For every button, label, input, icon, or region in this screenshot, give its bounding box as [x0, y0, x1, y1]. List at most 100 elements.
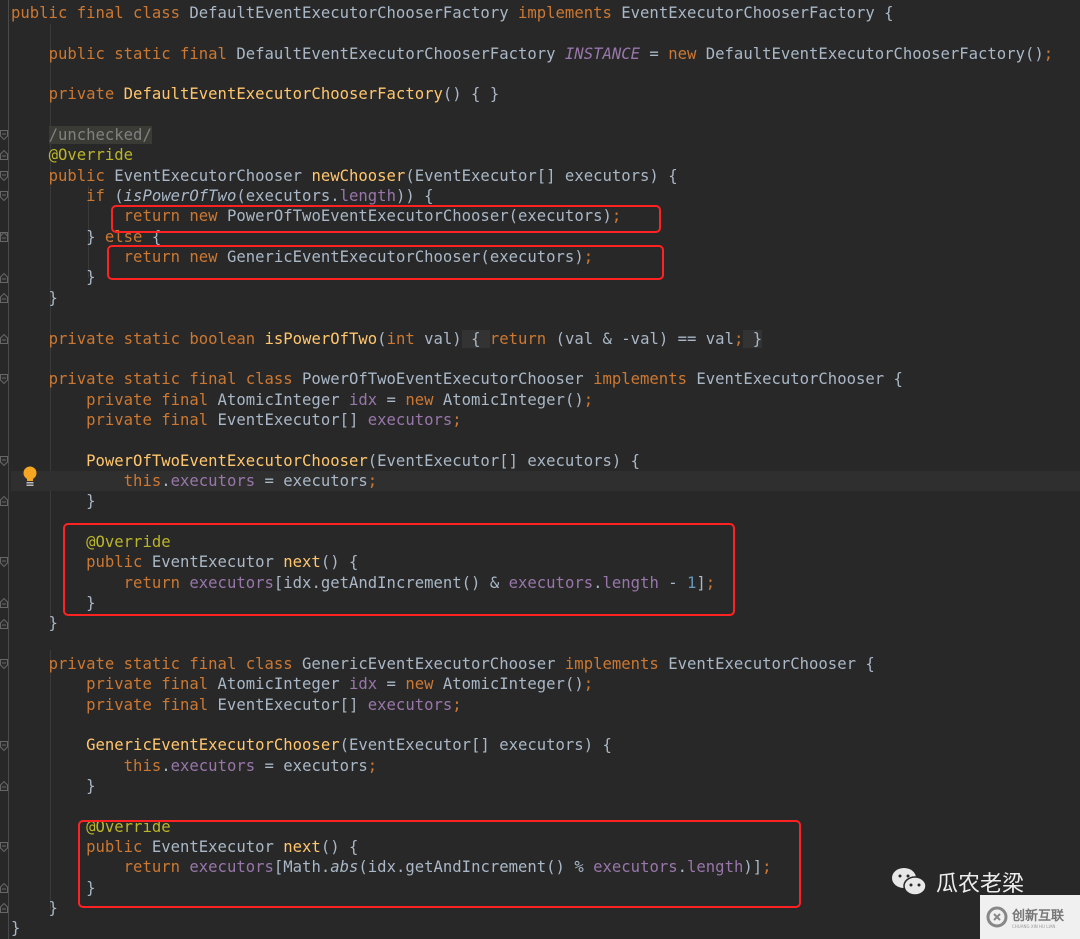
code-line[interactable] [11, 512, 1080, 532]
wechat-watermark: 瓜农老梁 [890, 866, 1024, 898]
fold-collapse-icon[interactable] [0, 130, 8, 141]
code-token: new [405, 390, 443, 409]
code-line[interactable]: } [11, 593, 1080, 613]
code-line[interactable]: private static final class GenericEventE… [11, 654, 1080, 674]
code-line[interactable]: } [11, 776, 1080, 796]
fold-end-icon[interactable] [0, 272, 8, 283]
fold-end-icon[interactable] [0, 883, 8, 894]
code-line[interactable]: private final EventExecutor[] executors; [11, 695, 1080, 715]
code-token: idx [348, 390, 378, 409]
fold-end-icon[interactable] [0, 903, 8, 914]
fold-collapse-icon[interactable] [0, 557, 8, 568]
fold-collapse-icon[interactable] [0, 455, 8, 466]
fold-collapse-icon[interactable] [0, 191, 8, 202]
code-line[interactable]: @Override [11, 532, 1080, 552]
fold-gutter [0, 0, 9, 939]
fold-collapse-icon[interactable] [0, 842, 8, 853]
fold-end-icon[interactable] [0, 496, 8, 507]
code-line[interactable] [11, 634, 1080, 654]
code-line[interactable]: } [11, 491, 1080, 511]
code-line[interactable]: } [11, 267, 1080, 287]
code-line[interactable]: public EventExecutorChooser newChooser(E… [11, 166, 1080, 186]
code-token: (EventExecutor[] executors) { [339, 736, 612, 755]
code-line[interactable]: return executors[idx.getAndIncrement() &… [11, 573, 1080, 593]
code-line[interactable]: private final AtomicInteger idx = new At… [11, 674, 1080, 694]
code-token: EventExecutor [151, 838, 284, 857]
code-line[interactable] [11, 308, 1080, 328]
code-token: ; [367, 756, 378, 775]
code-line[interactable]: this.executors = executors; [11, 470, 1080, 492]
code-line[interactable]: this.executors = executors; [11, 756, 1080, 776]
code-line[interactable]: } [11, 613, 1080, 633]
code-token: PowerOfTwoEventExecutorChooser [86, 451, 368, 470]
code-token: = [377, 390, 406, 409]
code-line[interactable] [11, 105, 1080, 125]
code-token: val) [424, 329, 462, 348]
fold-end-icon[interactable] [0, 150, 8, 161]
code-line[interactable]: } else { [11, 227, 1080, 247]
code-line[interactable] [11, 349, 1080, 369]
code-line[interactable]: } [11, 288, 1080, 308]
code-token: executors [508, 573, 594, 592]
code-token: return new [123, 207, 227, 226]
fold-end-icon[interactable] [0, 781, 8, 792]
fold-end-icon[interactable] [0, 598, 8, 609]
code-line[interactable]: } [11, 898, 1080, 918]
code-line[interactable]: private DefaultEventExecutorChooserFacto… [11, 84, 1080, 104]
code-token: PowerOfTwoEventExecutorChooser [302, 370, 594, 389]
code-line[interactable]: GenericEventExecutorChooser(EventExecuto… [11, 735, 1080, 755]
code-token: [idx.getAndIncrement() & [273, 573, 509, 592]
fold-collapse-icon[interactable] [0, 740, 8, 751]
code-line[interactable]: private static final class PowerOfTwoEve… [11, 369, 1080, 389]
code-lines[interactable]: public final class DefaultEventExecutorC… [11, 3, 1080, 939]
fold-end-icon[interactable] [0, 618, 8, 629]
fold-collapse-icon[interactable] [0, 659, 8, 670]
logo-subtext: CHUANG XIN HU LIAN [1012, 924, 1056, 929]
lightbulb-icon[interactable] [22, 466, 38, 488]
code-line[interactable] [11, 64, 1080, 84]
code-line[interactable] [11, 715, 1080, 735]
fold-collapse-icon[interactable] [0, 170, 8, 181]
code-token: new [668, 44, 706, 63]
code-token: private final [86, 695, 218, 714]
fold-collapse-icon[interactable] [0, 374, 8, 385]
code-line[interactable]: /unchecked/ [11, 125, 1080, 145]
code-line[interactable]: return new PowerOfTwoEventExecutorChoose… [11, 206, 1080, 226]
code-line[interactable]: private static boolean isPowerOfTwo(int … [11, 329, 1080, 349]
code-line[interactable]: public EventExecutor next() { [11, 552, 1080, 572]
code-token: private static final class [48, 370, 303, 389]
code-token: } [11, 227, 105, 246]
code-line[interactable]: @Override [11, 145, 1080, 165]
code-token: return [123, 858, 190, 877]
code-token: AtomicInteger [217, 675, 349, 694]
code-line[interactable] [11, 796, 1080, 816]
code-token: executors [593, 858, 678, 877]
code-token: AtomicInteger() [442, 675, 584, 694]
code-line[interactable]: private final AtomicInteger idx = new At… [11, 390, 1080, 410]
code-token: () { [320, 553, 359, 572]
code-token: INSTANCE [564, 44, 641, 63]
fold-end-icon[interactable] [0, 231, 8, 242]
code-line[interactable]: if (isPowerOfTwo(executors.length)) { [11, 186, 1080, 206]
code-token: isPowerOfTwo [264, 329, 378, 348]
code-line[interactable]: public final class DefaultEventExecutorC… [11, 3, 1080, 23]
code-line[interactable]: PowerOfTwoEventExecutorChooser(EventExec… [11, 451, 1080, 471]
code-token: } [11, 614, 58, 633]
fold-end-icon[interactable] [0, 333, 8, 344]
code-token: DefaultEventExecutorChooserFactory [189, 4, 518, 22]
code-editor[interactable]: public final class DefaultEventExecutorC… [0, 0, 1080, 939]
code-line[interactable]: return new GenericEventExecutorChooser(e… [11, 247, 1080, 267]
code-line[interactable]: } [11, 918, 1080, 938]
code-line[interactable]: public static final DefaultEventExecutor… [11, 44, 1080, 64]
code-line[interactable]: private final EventExecutor[] executors; [11, 410, 1080, 430]
code-line[interactable]: @Override [11, 817, 1080, 837]
code-token: )] [743, 858, 763, 877]
fold-end-icon[interactable] [0, 292, 8, 303]
code-token: GenericEventExecutorChooser [302, 655, 565, 673]
code-line[interactable]: public EventExecutor next() { [11, 837, 1080, 857]
code-line[interactable] [11, 430, 1080, 450]
code-line[interactable] [11, 23, 1080, 43]
